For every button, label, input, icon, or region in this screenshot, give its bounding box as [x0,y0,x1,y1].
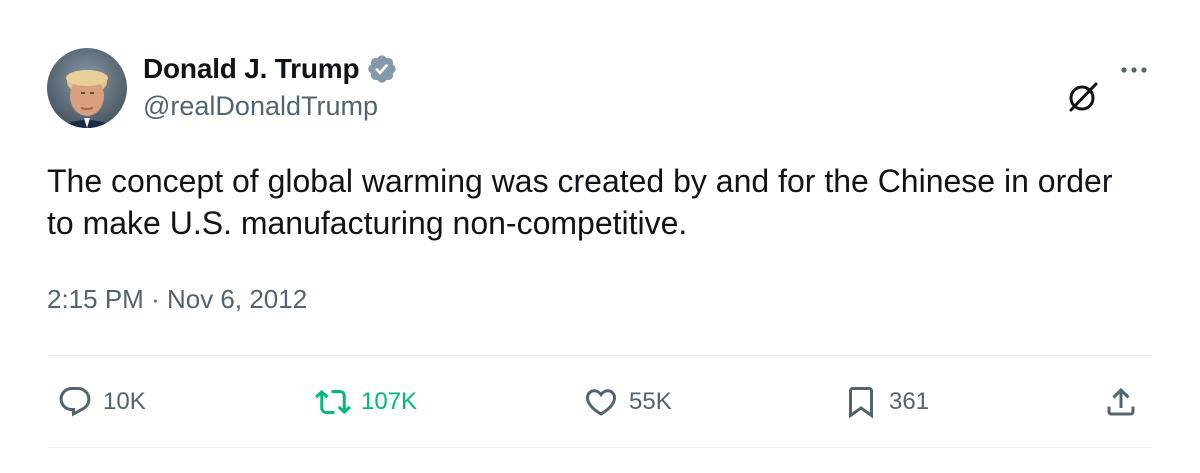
verified-badge-icon[interactable] [366,53,398,85]
bookmark-button[interactable]: 361 [843,382,929,422]
divider [47,447,1153,448]
reply-count: 10K [103,388,146,415]
bookmark-icon [849,387,873,419]
tweet-date[interactable]: Nov 6, 2012 [167,284,307,314]
like-button[interactable]: 55K [583,382,672,422]
tweet-time[interactable]: 2:15 PM [47,284,144,314]
like-count: 55K [629,388,672,415]
author-display-name[interactable]: Donald J. Trump [143,53,360,85]
author-handle[interactable]: @realDonaldTrump [143,91,378,122]
author-name-row: Donald J. Trump [143,52,398,86]
divider [47,355,1153,356]
repost-count: 107K [361,388,418,415]
reply-icon [59,387,91,417]
avatar[interactable] [47,48,127,128]
heart-icon [585,389,617,416]
more-icon[interactable] [1117,60,1151,80]
tweet-timestamp[interactable]: 2:15 PM · Nov 6, 2012 [47,284,307,315]
tweet: Donald J. Trump @realDonaldTrump The con… [0,0,1200,473]
share-icon [1107,387,1135,416]
share-button[interactable] [1103,382,1139,422]
reply-button[interactable]: 10K [57,382,146,422]
avatar-image [47,48,127,128]
bookmark-count: 361 [889,388,930,415]
tweet-text: The concept of global warming was create… [47,163,1113,241]
grok-icon[interactable] [1066,80,1100,114]
repost-icon [315,389,351,415]
repost-button[interactable]: 107K [315,382,417,422]
timestamp-separator: · [151,284,160,314]
action-bar: 10K 107K 55K 361 [47,372,1153,432]
